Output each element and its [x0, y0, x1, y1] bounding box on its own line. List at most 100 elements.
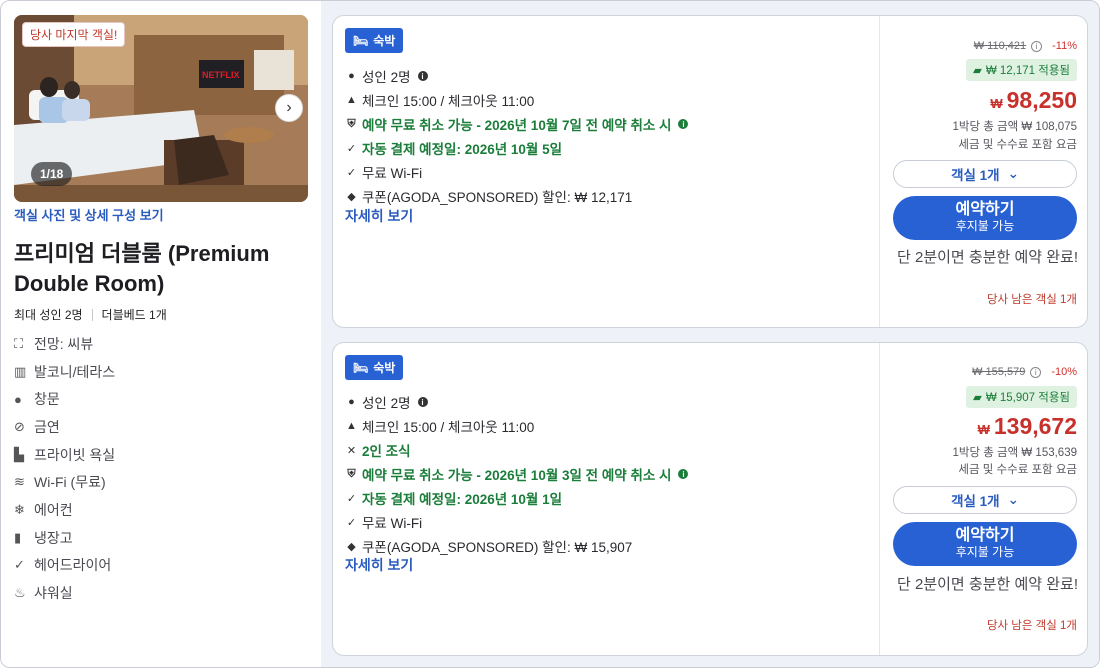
amenity-item: ▙ 프라이빗 욕실: [14, 441, 115, 469]
price-amount: 98,250: [1006, 87, 1077, 113]
amenity-item: ♨ 샤워실: [14, 579, 115, 607]
tax-note: 세금 및 수수료 포함 요금: [958, 139, 1077, 151]
fridge-icon: ▮: [14, 529, 22, 545]
price-amount: 139,672: [993, 413, 1077, 439]
tag-icon: ◆: [347, 190, 356, 203]
details-link[interactable]: 자세히 보기: [345, 555, 413, 575]
total-per-night: 1박당 총 금액 ₩ 153,639: [952, 447, 1078, 459]
room-count-select[interactable]: 객실 1개 ⌄: [893, 160, 1077, 188]
info-icon[interactable]: i: [1031, 40, 1043, 52]
coupon-discount-label: 쿠폰(AGODA_SPONSORED) 할인: ₩ 12,171: [362, 190, 633, 205]
bed-icon: 🛏: [353, 360, 369, 375]
book-button[interactable]: 예약하기 후지불 가능: [893, 196, 1077, 240]
currency-symbol: ₩: [977, 422, 990, 437]
coupon-discount: ◆ 쿠폰(AGODA_SPONSORED) 할인: ₩ 12,171: [345, 186, 632, 206]
amenity-label: 금연: [34, 418, 60, 435]
tag-icon: ◆: [347, 540, 356, 553]
shield-check-icon: ⛨: [347, 117, 356, 130]
original-price-row: ₩ 110,421 i -11%: [974, 40, 1077, 52]
shower-icon: ♨: [14, 585, 26, 601]
checkin-label: 체크인 15:00 / 체크아웃 11:00: [362, 94, 535, 109]
amenity-label: Wi-Fi (무료): [34, 474, 106, 491]
person-icon: ●: [348, 70, 355, 82]
guest-count-label: 성인 2명: [362, 70, 411, 85]
promo-text: 단 2분이면 충분한 예약 완료!: [897, 576, 1078, 593]
book-button[interactable]: 예약하기 후지불 가능: [893, 522, 1077, 566]
checkin-time: ▲ 체크인 15:00 / 체크아웃 11:00: [345, 90, 534, 110]
free-wifi-label: 무료 Wi-Fi: [362, 516, 423, 531]
wifi-icon: ≋: [14, 474, 25, 490]
rooms-remaining: 당사 남은 객실 1개: [986, 620, 1077, 632]
info-icon[interactable]: i: [1030, 366, 1042, 378]
coupon-discount-label: 쿠폰(AGODA_SPONSORED) 할인: ₩ 15,907: [362, 540, 633, 555]
autopay-date: ✓ 자동 결제 예정일: 2026년 10월 1일: [345, 488, 562, 508]
shield-check-icon: ⛨: [347, 467, 356, 480]
amenity-label: 발코니/테라스: [34, 363, 116, 380]
last-room-badge: 당사 마지막 객실!: [22, 22, 126, 47]
amenity-label: 프라이빗 욕실: [34, 446, 116, 463]
ticket-icon: ▰: [972, 392, 982, 404]
free-cancel-label: 예약 무료 취소 가능 - 2026년 10월 3일 전 예약 취소 시: [362, 468, 672, 483]
photo-counter: 1/18: [31, 162, 73, 186]
amenity-label: 에어컨: [34, 501, 73, 518]
amenity-item: ⊘ 금연: [14, 413, 115, 441]
offer-card: 🛏 숙박 ● 성인 2명 i ▲ 체크인 15:00 / 체크아웃 11:00 ⛨ 예약 …: [332, 15, 1088, 328]
offer-details: 🛏 숙박 ● 성인 2명 i ▲ 체크인 15:00 / 체크아웃 11:00 ⛨ 예약 …: [333, 16, 879, 327]
offer-details: 🛏 숙박 ● 성인 2명 i ▲ 체크인 15:00 / 체크아웃 11:00 ✕ 2인 …: [333, 343, 879, 655]
info-icon[interactable]: i: [678, 119, 689, 129]
check-icon: ✓: [346, 166, 357, 179]
amenity-item: ⛶ 전망: 씨뷰: [14, 330, 115, 358]
hairdryer-icon: ✓: [14, 557, 25, 573]
coupon-applied-badge: ▰ ₩ 12,171 적용됨: [965, 59, 1077, 81]
check-icon: ✓: [346, 142, 357, 155]
next-photo-button[interactable]: ›: [275, 94, 303, 122]
offer-card: 🛏 숙박 ● 성인 2명 i ▲ 체크인 15:00 / 체크아웃 11:00 ✕ 2인 …: [332, 342, 1088, 656]
room-photos-link[interactable]: 객실 사진 및 상세 구성 보기: [14, 205, 164, 224]
stay-tag-label: 숙박: [373, 361, 396, 375]
svg-text:NETFLIX: NETFLIX: [202, 70, 240, 80]
amenity-list: ⛶ 전망: 씨뷰 ▥ 발코니/테라스 ● 창문 ⊘ 금연 ▙ 프라이빗 욕실 ≋ Wi-Fi…: [14, 330, 115, 607]
coupon-applied-label: ₩ 15,907 적용됨: [985, 392, 1070, 404]
info-icon[interactable]: i: [417, 397, 428, 407]
autopay-date: ✓ 자동 결제 예정일: 2026년 10월 5일: [345, 138, 562, 158]
room-photo[interactable]: NETFLIX 당사 마지막 객실! › 1/18: [14, 15, 308, 202]
guest-count-label: 성인 2명: [362, 396, 411, 411]
window-icon: ●: [14, 391, 22, 407]
chevron-down-icon: ⌄: [1007, 166, 1019, 181]
bathtub-icon: ▙: [14, 446, 24, 462]
stay-tag: 🛏 숙박: [345, 28, 404, 53]
room-title: 프리미엄 더블룸 (Premium Double Room): [14, 241, 270, 296]
original-price: ₩ 110,421: [973, 40, 1027, 52]
check-icon: ✓: [346, 492, 357, 505]
room-count-label: 객실 1개: [951, 494, 1000, 509]
pay-later-label: 후지불 가능: [955, 545, 1015, 559]
person-desk-icon: ▲: [346, 94, 357, 106]
coupon-applied-badge: ▰ ₩ 15,907 적용됨: [965, 386, 1077, 408]
info-icon[interactable]: i: [417, 71, 428, 81]
amenity-item: ≋ Wi-Fi (무료): [14, 468, 115, 496]
amenity-label: 헤어드라이어: [34, 557, 112, 574]
details-link[interactable]: 자세히 보기: [345, 206, 413, 226]
person-icon: ●: [348, 396, 355, 408]
amenity-item: ▥ 발코니/테라스: [14, 358, 115, 386]
final-price: ₩139,672: [978, 413, 1077, 440]
bed-type: 더블베드 1개: [101, 308, 167, 322]
free-cancel: ⛨ 예약 무료 취소 가능 - 2026년 10월 7일 전 예약 취소 시 i: [345, 114, 689, 134]
amenity-item: ✓ 헤어드라이어: [14, 552, 115, 580]
room-count-select[interactable]: 객실 1개 ⌄: [893, 486, 1077, 514]
stay-tag: 🛏 숙박: [345, 355, 404, 380]
check-icon: ✓: [346, 516, 357, 529]
bed-icon: 🛏: [353, 33, 369, 48]
total-per-night: 1박당 총 금액 ₩ 108,075: [952, 121, 1078, 133]
stay-tag-label: 숙박: [373, 34, 396, 48]
offer-price: ₩ 155,579 i -10% ▰ ₩ 15,907 적용됨 ₩139,672 …: [880, 343, 1089, 655]
info-icon[interactable]: i: [678, 469, 689, 479]
autopay-label: 자동 결제 예정일: 2026년 10월 1일: [362, 492, 563, 507]
free-cancel: ⛨ 예약 무료 취소 가능 - 2026년 10월 3일 전 예약 취소 시 i: [345, 464, 689, 484]
discount-percent: -10%: [1051, 366, 1077, 378]
ticket-icon: ▰: [972, 65, 982, 77]
amenity-label: 창문: [34, 391, 60, 408]
balcony-icon: ▥: [14, 363, 27, 379]
amenity-item: ● 창문: [14, 385, 115, 413]
free-wifi: ✓ 무료 Wi-Fi: [345, 162, 422, 182]
